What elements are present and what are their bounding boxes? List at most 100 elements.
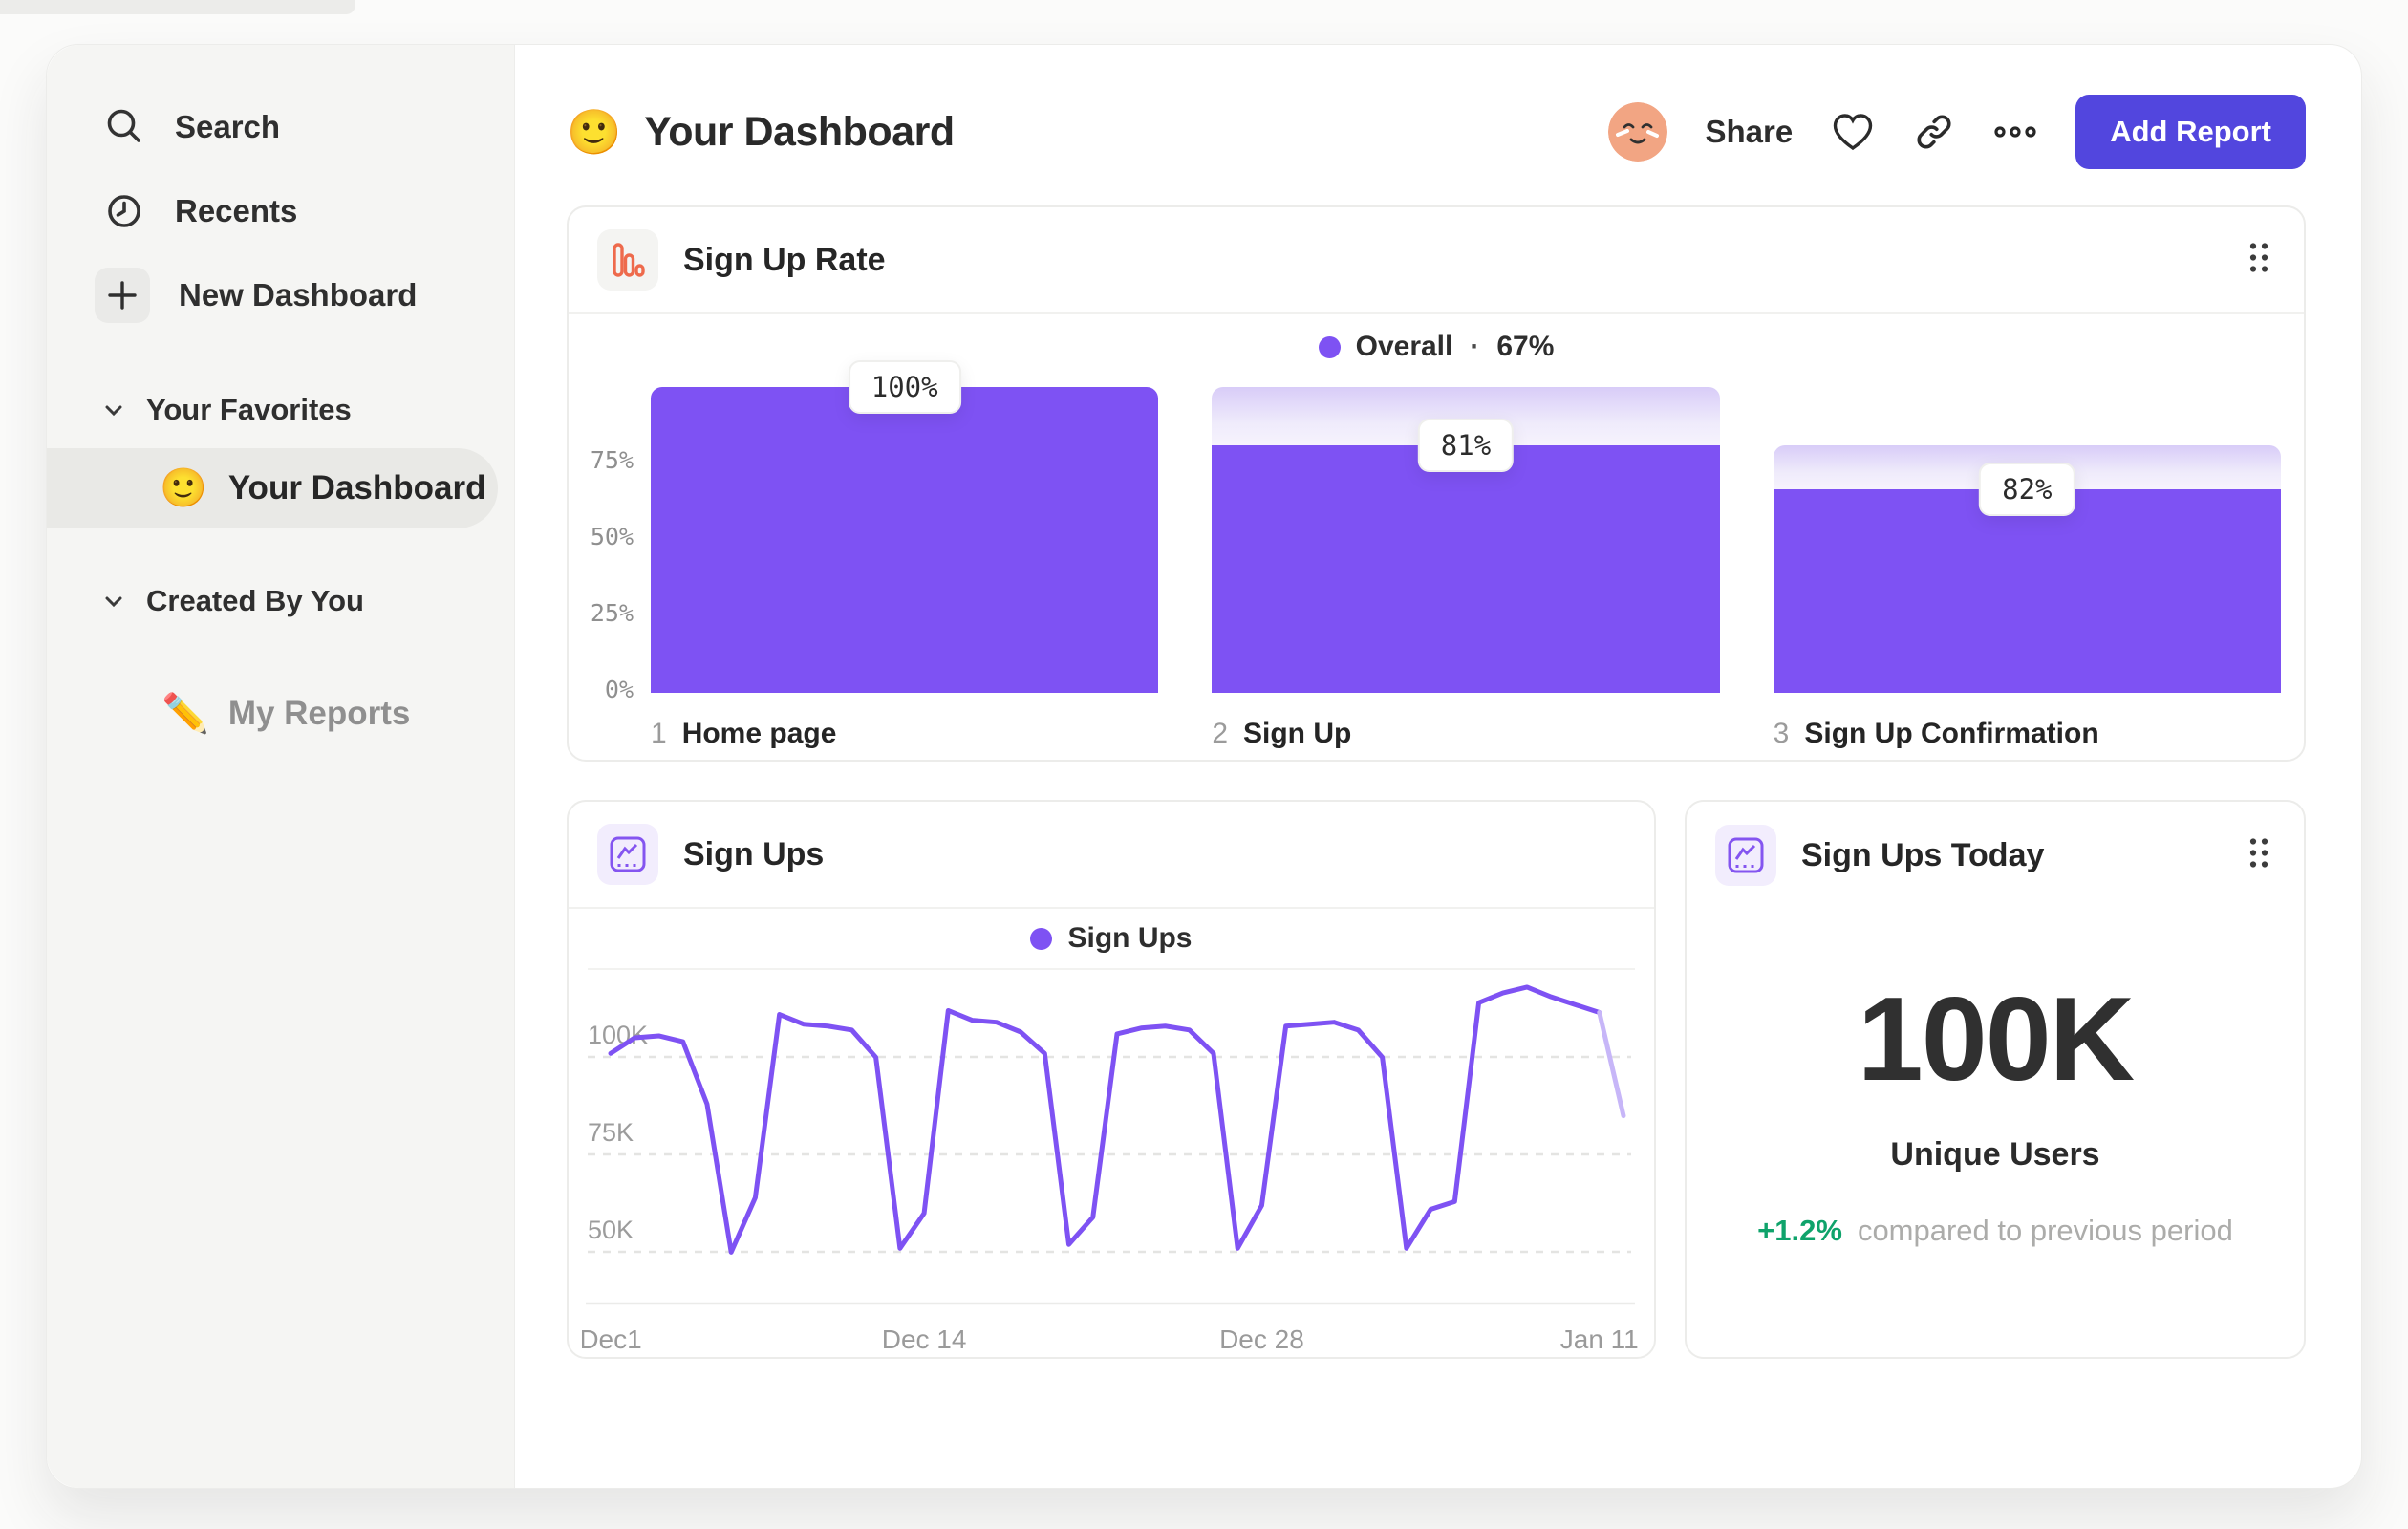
line-y-tick: 100K: [588, 1021, 648, 1049]
funnel-legend[interactable]: Overall · 67%: [569, 314, 2304, 379]
funnel-bars: 100% 81% 82%: [651, 360, 2281, 693]
line-plot: 100K 75K 50K Dec1 Dec 14 Dec 28 Jan 11: [569, 970, 1654, 1361]
line-legend[interactable]: Sign Ups: [588, 909, 1635, 970]
heart-icon: [1834, 114, 1873, 151]
funnel-y-tick: 25%: [590, 599, 634, 628]
card-header: Sign Ups: [569, 802, 1654, 909]
plus-icon: [95, 268, 150, 323]
avatar[interactable]: [1607, 102, 1667, 162]
legend-label: Overall: [1355, 331, 1453, 362]
funnel-bar[interactable]: 81%: [1212, 387, 1720, 693]
link-icon: [1917, 115, 1951, 149]
step-number: 1: [651, 718, 667, 749]
drag-handle-icon[interactable]: [2247, 240, 2271, 281]
funnel-step-label: 3 Sign Up Confirmation: [1774, 718, 2281, 750]
line-y-tick: 50K: [588, 1216, 634, 1244]
copy-link-button[interactable]: [1913, 111, 1955, 153]
sidebar-section-your-favorites[interactable]: Your Favorites: [47, 381, 514, 439]
step-number: 3: [1773, 718, 1790, 749]
funnel-plot: 75% 50% 25% 0% 100% 81% 82%: [569, 360, 2304, 703]
line-x-tick: Dec 14: [882, 1324, 967, 1354]
legend-value: 67%: [1496, 331, 1555, 362]
step-name: Home page: [681, 718, 837, 749]
drag-handle-icon[interactable]: [2247, 835, 2271, 876]
section-label: Your Favorites: [146, 393, 352, 426]
funnel-bar-solid: [651, 387, 1159, 693]
add-report-button[interactable]: Add Report: [2075, 95, 2306, 169]
sidebar-item-your-dashboard[interactable]: 🙂 Your Dashboard: [47, 448, 498, 528]
funnel-y-tick: 0%: [604, 676, 634, 704]
sign-ups-today-card: Sign Ups Today 100K Unique Users +1.2% c…: [1685, 800, 2306, 1359]
sidebar-item-label: New Dashboard: [179, 277, 418, 312]
page-title-emoji: 🙂: [567, 107, 622, 157]
background-window-edge: [0, 0, 355, 14]
chevron-down-icon: [105, 596, 122, 608]
chevron-down-icon: [105, 405, 122, 417]
card-header: Sign Ups Today: [1687, 802, 2304, 909]
step-name: Sign Up Confirmation: [1804, 718, 2099, 749]
clock-icon: [108, 195, 140, 227]
step-number: 2: [1212, 718, 1229, 749]
sidebar-item-label: Your Dashboard: [227, 469, 486, 506]
app-window: Search Recents New Dashboard Your Favori…: [46, 44, 2362, 1489]
sidebar-item-search[interactable]: Search: [47, 85, 514, 169]
funnel-value-tag: 81%: [1417, 418, 1515, 472]
sidebar-item-my-reports[interactable]: ✏️ My Reports: [47, 676, 514, 752]
line-x-tick: Dec 28: [1219, 1324, 1304, 1354]
step-name: Sign Up: [1243, 718, 1352, 749]
delta-note: compared to previous period: [1857, 1214, 2233, 1247]
funnel-y-axis: 75% 50% 25% 0%: [582, 387, 637, 703]
bar-chart-icon: [597, 229, 658, 291]
funnel-bar-solid: [1212, 444, 1720, 693]
search-icon: [107, 109, 140, 142]
more-options-button[interactable]: [1993, 125, 2037, 139]
sidebar: Search Recents New Dashboard Your Favori…: [47, 45, 515, 1488]
funnel-y-tick: 75%: [590, 446, 634, 475]
funnel-step-label: 2 Sign Up: [1212, 718, 1719, 750]
line-x-tick: Dec1: [582, 1324, 642, 1354]
legend-label: Sign Ups: [1067, 922, 1193, 954]
stat-delta-row: +1.2% compared to previous period: [1757, 1214, 2233, 1248]
funnel-x-axis: 1 Home page 2 Sign Up 3 Sign Up Confirma…: [651, 718, 2281, 750]
funnel-y-tick: 50%: [590, 523, 634, 551]
sign-ups-card: Sign Ups Sign Ups 100K 75K 50K Dec1 Dec 14 De…: [567, 800, 1656, 1359]
sign-up-rate-card: Sign Up Rate Overall · 67% 75% 50% 25% 0…: [567, 205, 2306, 762]
line-series: [608, 984, 1602, 1255]
card-title: Sign Ups: [683, 835, 825, 872]
sidebar-item-recents[interactable]: Recents: [47, 169, 514, 253]
line-chart-icon: [1715, 825, 1776, 886]
funnel-bar[interactable]: 100%: [651, 360, 1159, 693]
pencil-emoji: ✏️: [161, 693, 209, 735]
page-header: 🙂 Your Dashboard Share Add Report: [515, 45, 2361, 169]
delta-value: +1.2%: [1757, 1214, 1842, 1247]
sidebar-item-new-dashboard[interactable]: New Dashboard: [47, 253, 514, 337]
legend-separator: ·: [1470, 331, 1480, 362]
line-series-incomplete: [1597, 1009, 1626, 1119]
card-header: Sign Up Rate: [569, 207, 2304, 314]
sidebar-item-label: My Reports: [227, 695, 411, 732]
funnel-bar[interactable]: 82%: [1773, 387, 2281, 693]
main-content: 🙂 Your Dashboard Share Add Report Sign U…: [515, 45, 2361, 1488]
stat-value: 100K: [1857, 974, 2135, 1106]
lower-cards-row: Sign Ups Sign Ups 100K 75K 50K Dec1 Dec 14 De…: [567, 800, 2306, 1359]
line-chart-icon: [597, 824, 658, 885]
funnel-value-tag: 100%: [848, 360, 961, 414]
sidebar-item-label: Recents: [175, 193, 298, 228]
card-title: Sign Up Rate: [683, 241, 886, 278]
funnel-step-label: 1 Home page: [651, 718, 1158, 750]
sidebar-section-created-by-you[interactable]: Created By You: [47, 572, 514, 630]
funnel-bar-solid: [1773, 489, 2281, 693]
share-button[interactable]: Share: [1706, 114, 1794, 150]
legend-dot: [1318, 335, 1341, 358]
stat-label: Unique Users: [1890, 1136, 2100, 1173]
line-y-tick: 75K: [588, 1118, 634, 1147]
legend-dot: [1030, 927, 1053, 950]
page-title: Your Dashboard: [644, 108, 955, 155]
funnel-value-tag: 82%: [1979, 463, 2075, 517]
app-screen: Search Recents New Dashboard Your Favori…: [0, 0, 2408, 1529]
ellipsis-icon: [1994, 126, 2036, 138]
sidebar-item-label: Search: [175, 109, 281, 144]
stat-body: 100K Unique Users +1.2% compared to prev…: [1687, 909, 2304, 1248]
favorite-heart-button[interactable]: [1831, 111, 1875, 153]
card-title: Sign Ups Today: [1801, 836, 2045, 873]
